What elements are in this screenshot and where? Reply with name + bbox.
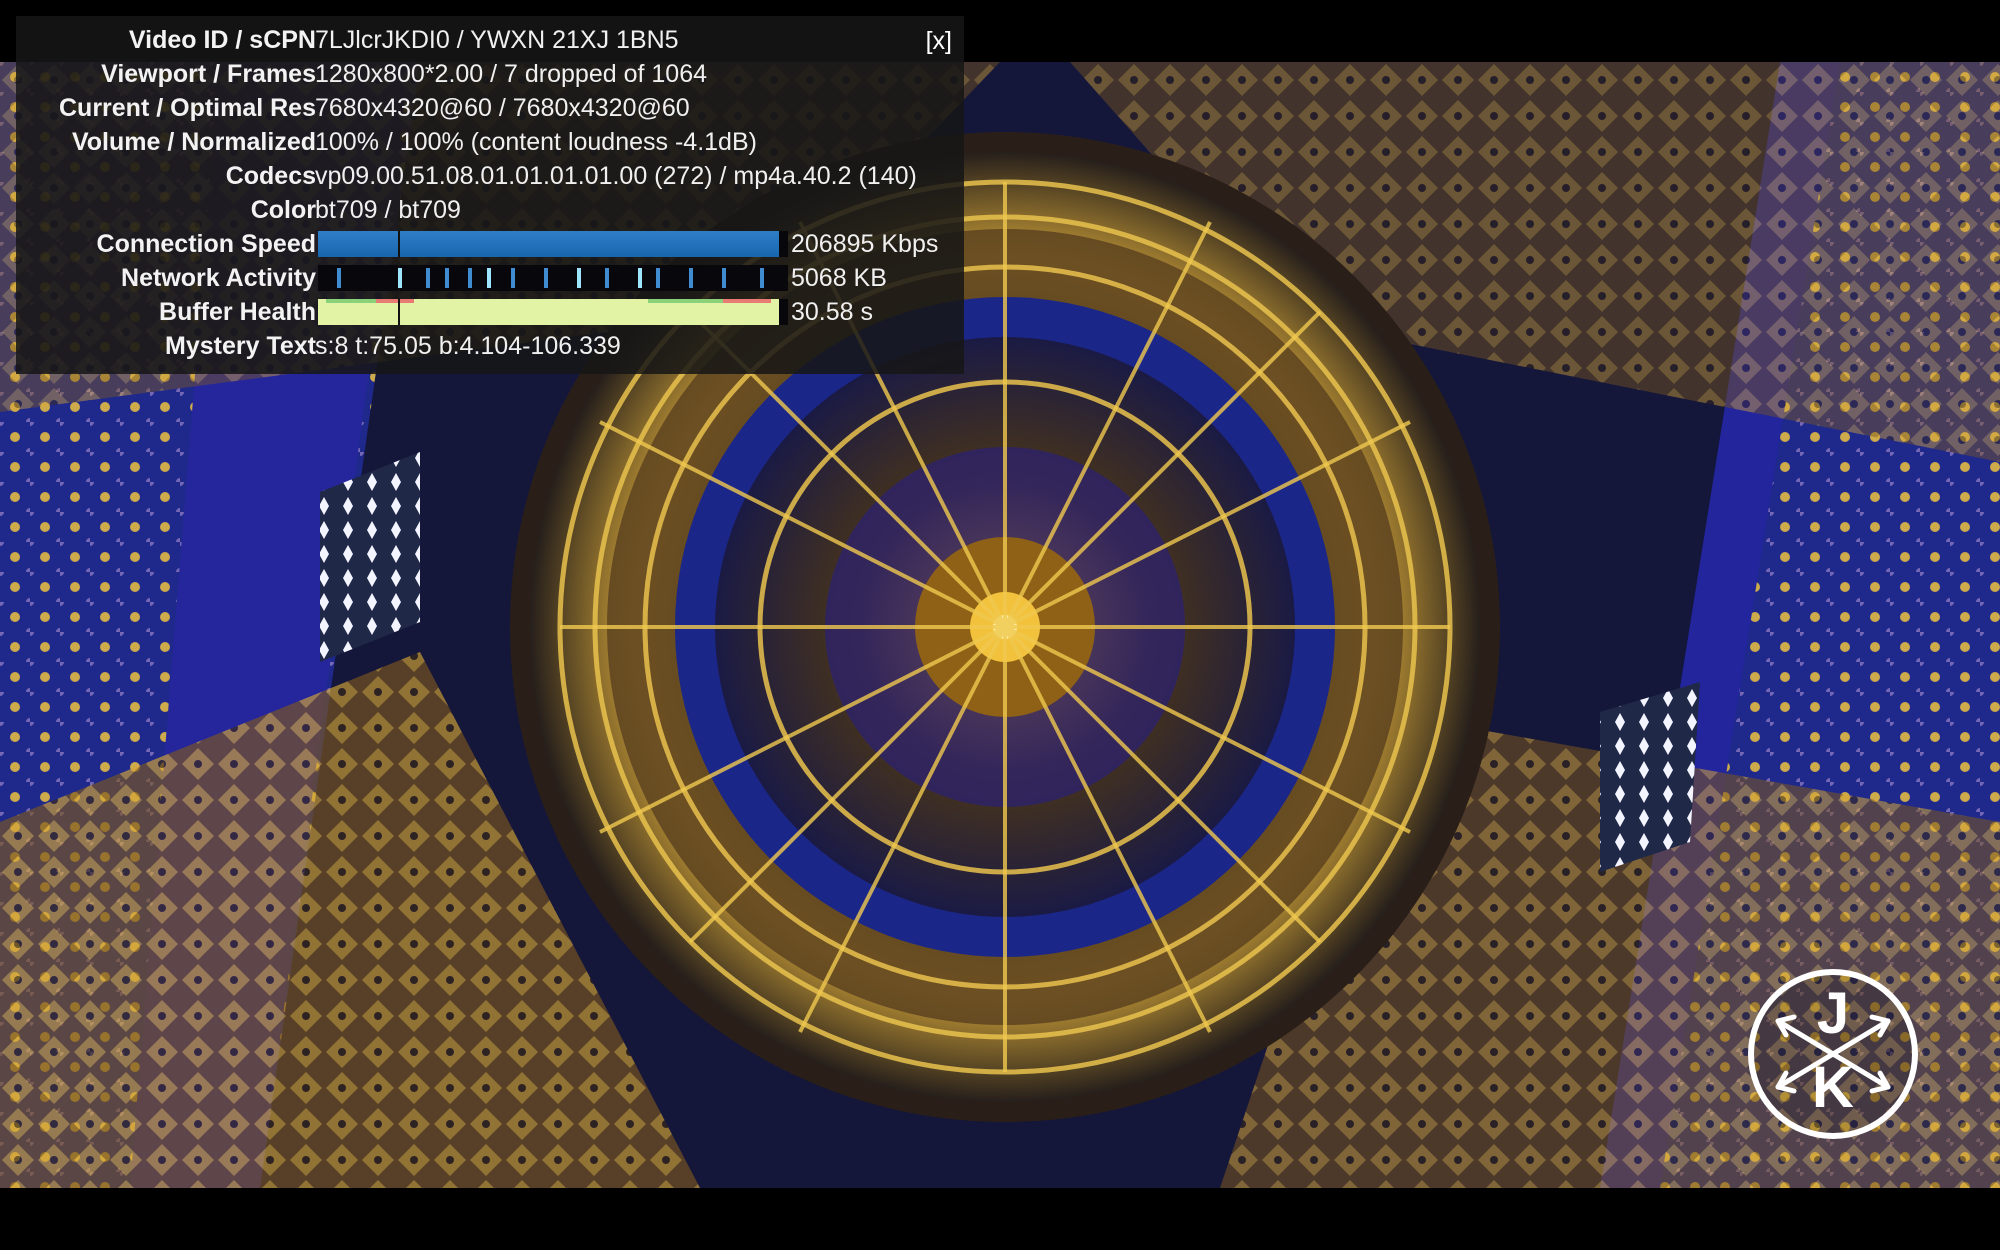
buffer-health-bar — [318, 299, 788, 325]
resolution-label: Current / Optimal Res — [59, 94, 316, 122]
network-activity-spike — [398, 268, 402, 288]
network-activity-spike — [577, 268, 581, 288]
stat-row-buffer-health: Buffer Health 30.58 s — [16, 295, 964, 329]
buffer-health-value: 30.58 s — [791, 298, 874, 326]
color-value: bt709 / bt709 — [315, 196, 461, 224]
buffer-health-strip — [723, 299, 771, 303]
stat-row-video-id: Video ID / sCPN 7LJlcrJKDI0 / YWXN 21XJ … — [16, 23, 964, 57]
viewport-value: 1280x800*2.00 / 7 dropped of 1064 — [315, 60, 708, 88]
stat-row-viewport: Viewport / Frames 1280x800*2.00 / 7 drop… — [16, 57, 964, 91]
stat-row-codecs: Codecs vp09.00.51.08.01.01.01.01.00 (272… — [16, 159, 964, 193]
network-activity-spike — [468, 268, 472, 288]
network-activity-value: 5068 KB — [791, 264, 887, 292]
buffer-health-label: Buffer Health — [159, 298, 316, 326]
video-player-screen[interactable]: [x] Video ID / sCPN 7LJlcrJKDI0 / YWXN 2… — [0, 0, 2000, 1250]
resolution-value: 7680x4320@60 / 7680x4320@60 — [315, 94, 690, 122]
network-activity-spike — [544, 268, 548, 288]
connection-speed-fill — [318, 231, 779, 257]
network-activity-spike — [605, 268, 609, 288]
viewport-label: Viewport / Frames — [101, 60, 316, 88]
network-activity-label: Network Activity — [121, 264, 316, 292]
codecs-value: vp09.00.51.08.01.01.01.01.00 (272) / mp4… — [315, 162, 917, 190]
volume-value: 100% / 100% (content loudness -4.1dB) — [315, 128, 757, 156]
connection-speed-marker — [398, 231, 400, 257]
letterbox-bottom — [0, 1188, 2000, 1250]
buffer-health-strip — [648, 299, 723, 303]
stat-row-resolution: Current / Optimal Res 7680x4320@60 / 768… — [16, 91, 964, 125]
buffer-health-strip — [376, 299, 414, 303]
codecs-label: Codecs — [225, 162, 316, 190]
buffer-health-strip — [326, 299, 378, 303]
connection-speed-bar — [318, 231, 788, 257]
logo-letter-top: J — [1817, 981, 1849, 1046]
connection-speed-label: Connection Speed — [96, 230, 316, 258]
network-activity-spike — [722, 268, 726, 288]
buffer-health-marker — [398, 299, 400, 325]
network-activity-spike — [656, 268, 660, 288]
stat-row-network-activity: Network Activity 5068 KB — [16, 261, 964, 295]
video-id-value: 7LJlcrJKDI0 / YWXN 21XJ 1BN5 — [315, 26, 679, 54]
connection-speed-value: 206895 Kbps — [791, 230, 939, 258]
network-activity-spike — [760, 268, 764, 288]
volume-label: Volume / Normalized — [71, 128, 316, 156]
stat-row-color: Color bt709 / bt709 — [16, 193, 964, 227]
mystery-text-label: Mystery Text — [165, 332, 316, 360]
channel-logo: J K — [1748, 969, 1918, 1139]
network-activity-spike — [511, 268, 515, 288]
network-activity-spike — [426, 268, 430, 288]
mystery-text-value: s:8 t:75.05 b:4.104-106.339 — [315, 332, 621, 360]
network-activity-spike — [445, 268, 449, 288]
network-activity-bar — [318, 265, 788, 291]
color-label: Color — [250, 196, 316, 224]
video-id-label: Video ID / sCPN — [128, 26, 316, 54]
network-activity-spike — [337, 268, 341, 288]
stats-for-nerds-panel: [x] Video ID / sCPN 7LJlcrJKDI0 / YWXN 2… — [16, 16, 964, 374]
stat-row-volume: Volume / Normalized 100% / 100% (content… — [16, 125, 964, 159]
network-activity-spike — [487, 268, 491, 288]
stat-row-mystery-text: Mystery Text s:8 t:75.05 b:4.104-106.339 — [16, 329, 964, 363]
network-activity-spike — [638, 268, 642, 288]
network-activity-spike — [689, 268, 693, 288]
stat-row-connection-speed: Connection Speed 206895 Kbps — [16, 227, 964, 261]
